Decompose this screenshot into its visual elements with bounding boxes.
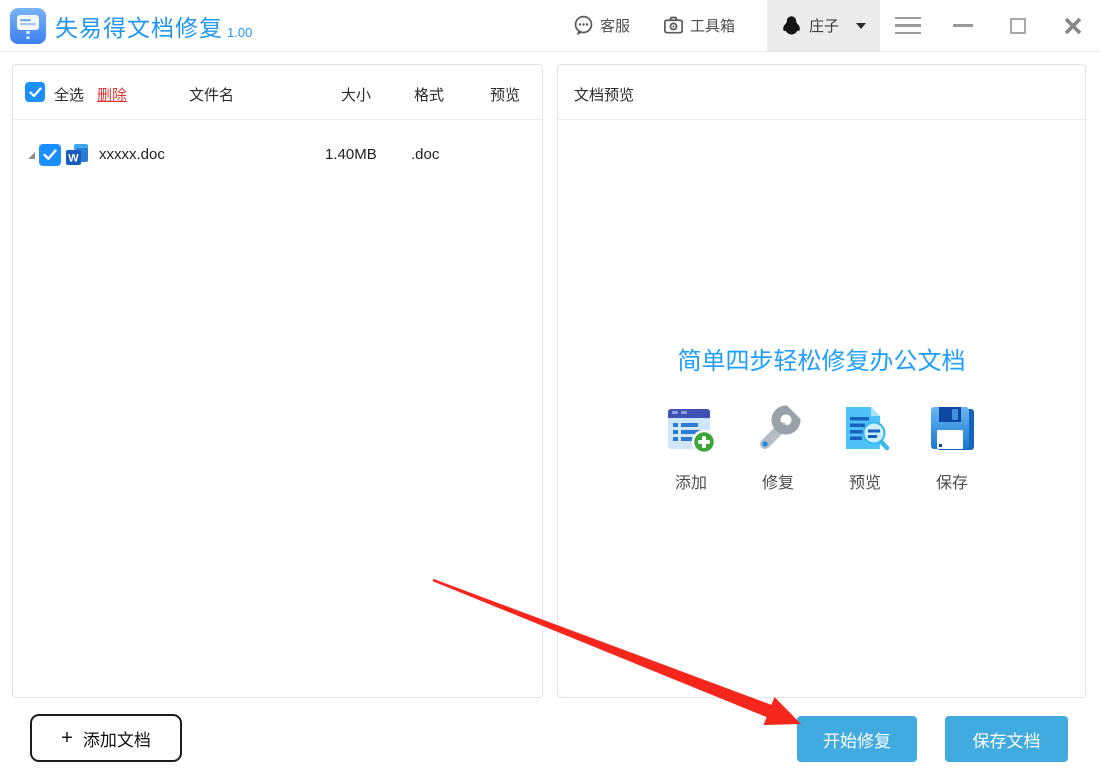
titlebar: 失易得文档修复 1.00 客服 工具箱 (0, 0, 1100, 52)
user-account-menu[interactable]: 庄子 (767, 0, 880, 51)
wrench-repair-icon (750, 402, 806, 458)
table-row[interactable]: W xxxxx.doc 1.40MB .doc (13, 131, 542, 181)
column-header-format: 格式 (414, 84, 444, 105)
toolbox-icon (662, 14, 685, 37)
qq-penguin-icon (781, 15, 802, 36)
file-size: 1.40MB (325, 146, 377, 163)
steps-row: 添加 修复 (662, 402, 981, 493)
column-header-filename: 文件名 (189, 84, 234, 105)
delete-link[interactable]: 删除 (97, 84, 127, 105)
step-label-add: 添加 (675, 469, 707, 493)
file-list-panel: 全选 删除 文件名 大小 格式 预览 W xxxxx.doc 1.40MB .d… (12, 64, 543, 698)
checkmark-icon (43, 149, 57, 161)
select-all-checkbox[interactable] (25, 82, 45, 102)
chevron-down-icon (856, 23, 866, 29)
row-expander-icon[interactable] (28, 152, 35, 159)
file-name: xxxxx.doc (99, 146, 165, 163)
customer-service-label: 客服 (600, 15, 630, 36)
checkmark-icon (29, 87, 42, 98)
word-file-icon: W (64, 142, 90, 168)
file-list-header: 全选 删除 文件名 大小 格式 预览 (13, 65, 542, 120)
minimize-button[interactable] (935, 0, 990, 51)
step-label-repair: 修复 (762, 469, 794, 493)
step-preview: 预览 (836, 402, 894, 493)
file-format: .doc (411, 146, 439, 163)
maximize-icon (1010, 18, 1026, 34)
toolbox-button[interactable]: 工具箱 (662, 14, 735, 37)
step-label-save: 保存 (936, 469, 968, 493)
add-document-label: 添加文档 (83, 726, 151, 751)
step-label-preview: 预览 (849, 469, 881, 493)
maximize-button[interactable] (990, 0, 1045, 51)
steps-headline: 简单四步轻松修复办公文档 (678, 341, 966, 376)
plus-icon: + (61, 728, 73, 748)
customer-service-button[interactable]: 客服 (572, 14, 630, 37)
save-document-button[interactable]: 保存文档 (945, 716, 1068, 762)
add-document-icon (663, 402, 719, 458)
app-logo-icon (10, 8, 46, 44)
hamburger-icon (895, 17, 921, 35)
chat-bubble-icon (572, 14, 595, 37)
preview-panel-title: 文档预览 (574, 84, 634, 105)
add-document-button[interactable]: + 添加文档 (30, 714, 182, 762)
preview-document-icon (837, 402, 893, 458)
svg-text:W: W (68, 153, 79, 165)
column-header-preview: 预览 (490, 84, 520, 105)
row-checkbox[interactable] (39, 144, 61, 166)
preview-placeholder: 简单四步轻松修复办公文档 添加 (558, 341, 1085, 493)
app-title: 失易得文档修复 (55, 9, 223, 43)
column-header-size: 大小 (341, 84, 371, 105)
toolbox-label: 工具箱 (690, 15, 735, 36)
step-save: 保存 (923, 402, 981, 493)
start-repair-button[interactable]: 开始修复 (797, 716, 917, 762)
select-all-label: 全选 (54, 84, 84, 105)
preview-header: 文档预览 (558, 65, 1085, 120)
step-add: 添加 (662, 402, 720, 493)
document-preview-panel: 文档预览 简单四步轻松修复办公文档 添加 (557, 64, 1086, 698)
menu-button[interactable] (880, 0, 935, 51)
username-label: 庄子 (809, 15, 839, 36)
app-version: 1.00 (227, 25, 252, 40)
step-repair: 修复 (749, 402, 807, 493)
close-icon (1063, 16, 1083, 36)
save-floppy-icon (924, 402, 980, 458)
close-button[interactable] (1045, 0, 1100, 51)
minimize-icon (953, 24, 973, 27)
